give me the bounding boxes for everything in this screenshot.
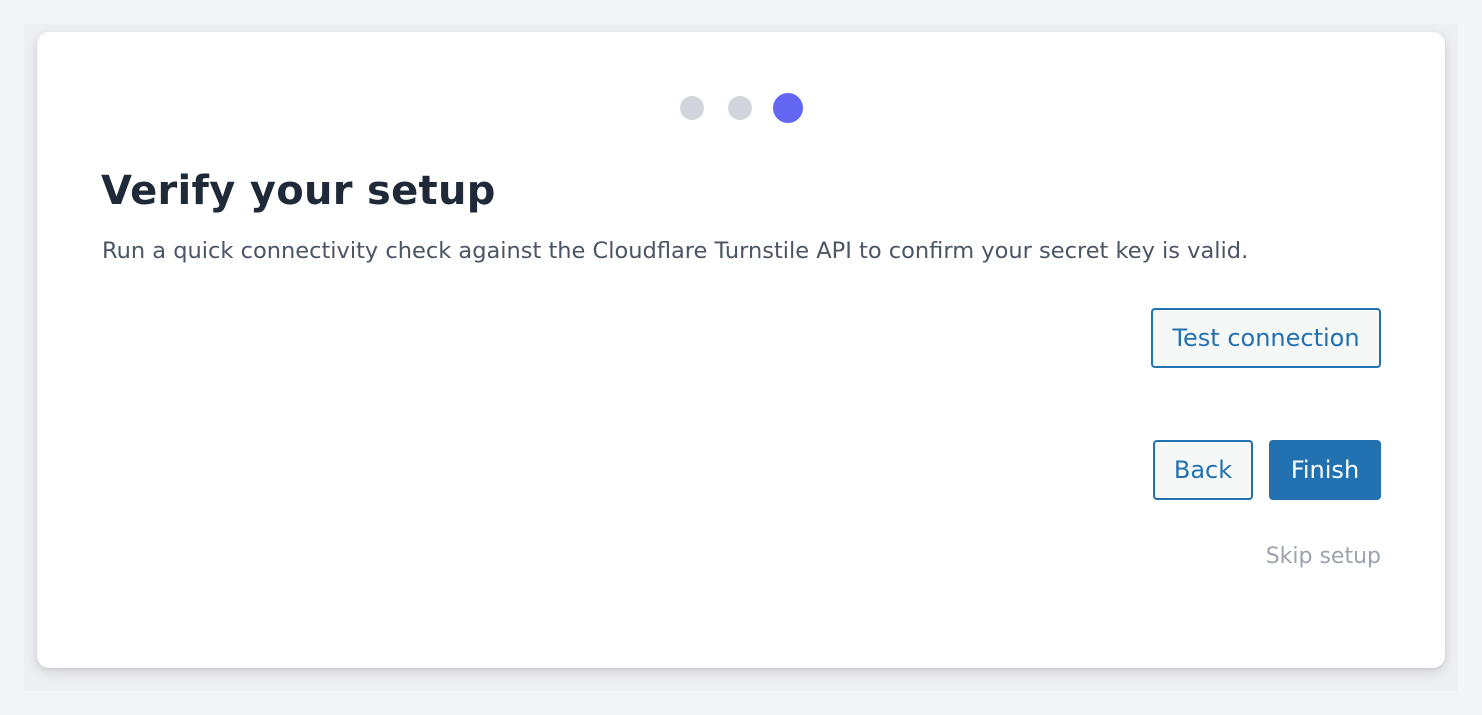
setup-wizard-card: Verify your setup Run a quick connectivi… [37,32,1445,668]
page-title: Verify your setup [101,168,496,214]
finish-button[interactable]: Finish [1269,440,1381,500]
step-dot-1 [680,96,704,124]
step-dot-3-active [773,93,803,127]
step-dot-2 [728,96,752,124]
page-description: Run a quick connectivity check against t… [102,238,1249,264]
test-connection-button[interactable]: Test connection [1151,308,1381,368]
back-button[interactable]: Back [1153,440,1253,500]
skip-setup-link[interactable]: Skip setup [1266,544,1381,569]
